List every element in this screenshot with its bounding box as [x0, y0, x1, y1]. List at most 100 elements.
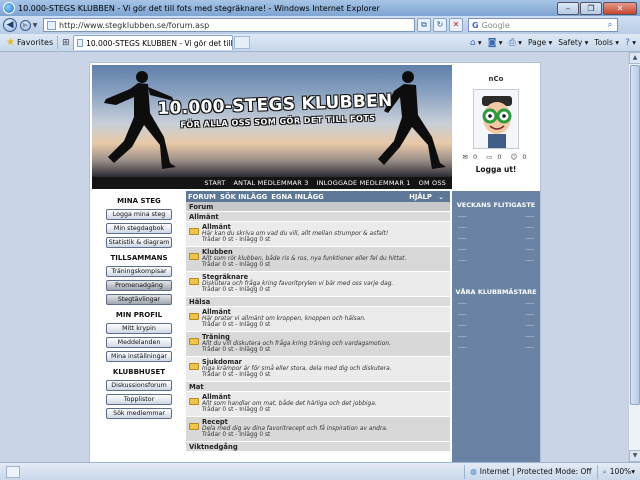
- home-button[interactable]: ⌂ ▾: [470, 38, 482, 48]
- ranking-row: ---- ----: [452, 246, 540, 257]
- folder-icon: [189, 313, 199, 320]
- back-button[interactable]: ◀: [3, 18, 17, 32]
- tab-own-posts[interactable]: EGNA INLÄGG: [271, 193, 324, 201]
- ranking-name: ----: [458, 311, 467, 318]
- safety-menu[interactable]: Safety ▾: [558, 38, 588, 47]
- forum-row[interactable]: Stegräknare Diskutera och fråga kring fav…: [186, 272, 450, 297]
- forum-row[interactable]: Allmänt Här pratar vi allmänt om kroppen,…: [186, 307, 450, 332]
- search-input[interactable]: G Google ⌕: [468, 18, 618, 32]
- statistics-button[interactable]: Statistik & diagram: [106, 237, 172, 248]
- maximize-button[interactable]: ❐: [580, 1, 602, 15]
- tab-page-icon: [76, 39, 84, 47]
- address-input[interactable]: http://www.stegklubben.se/forum.asp: [43, 18, 415, 32]
- forum-title[interactable]: Sjukdomar: [202, 358, 450, 366]
- mail-count: 0: [473, 153, 478, 161]
- forum-title[interactable]: Recept: [202, 418, 450, 426]
- forum-row[interactable]: Allmänt Här kan du skriva om vad du vill,…: [186, 222, 450, 247]
- forum-row-text: Allmänt Allt som handlar om mat, både det…: [202, 392, 450, 416]
- my-settings-button[interactable]: Mina inställningar: [106, 351, 172, 362]
- scroll-thumb[interactable]: [630, 65, 640, 405]
- help-link[interactable]: HJÄLP ⌄: [409, 193, 448, 201]
- history-dropdown-icon[interactable]: ▼: [31, 22, 39, 29]
- help-menu[interactable]: ? ▾: [625, 38, 636, 48]
- forum-row[interactable]: Träning Allt du vill diskutera och fråga …: [186, 332, 450, 357]
- ranking-name: ----: [458, 333, 467, 340]
- print-button[interactable]: ⎙ ▾: [509, 38, 522, 48]
- step-contests-button[interactable]: Stegtävlingar: [106, 294, 172, 305]
- forum-row[interactable]: Recept Dela med dig av dina favoritrecept…: [186, 417, 450, 442]
- training-buddies-button[interactable]: Träningskompisar: [106, 266, 172, 277]
- forum-stats: Trådar 0 st - Inlägg 0 st: [202, 262, 271, 268]
- tab-title: 10.000-STEGS KLUBBEN - Vi gör det till f…: [86, 38, 232, 48]
- window-titlebar: 10.000-STEGS KLUBBEN - Vi gör det till f…: [0, 0, 640, 16]
- refresh-button[interactable]: ↻: [433, 18, 447, 32]
- mail-counter[interactable]: ✉ 0: [463, 153, 481, 161]
- forum-stats: Trådar 0 st - Inlägg 0 st: [202, 407, 271, 413]
- quick-tabs-icon[interactable]: ⊞: [62, 38, 70, 48]
- forum-tabs: FORUM SÖK INLÄGG EGNA INLÄGG HJÄLP ⌄: [186, 191, 450, 202]
- forum-row-text: Träning Allt du vill diskutera och fråga …: [202, 332, 450, 356]
- scroll-up-icon[interactable]: ▲: [629, 52, 640, 64]
- ranking-row: ---- ----: [452, 300, 540, 311]
- ranking-value: ----: [525, 235, 534, 242]
- browser-tab[interactable]: 10.000-STEGS KLUBBEN - Vi gör det till f…: [72, 35, 233, 50]
- vertical-scrollbar[interactable]: ▲ ▼: [628, 52, 640, 462]
- rss-icon: ◙: [487, 37, 497, 48]
- forum-title[interactable]: Klubben: [202, 248, 450, 256]
- address-toolbar: ◀ ▶ ▼ http://www.stegklubben.se/forum.as…: [0, 16, 640, 34]
- stop-button[interactable]: ✕: [449, 18, 463, 32]
- forum-row[interactable]: Allmänt Allt som handlar om mat, både det…: [186, 392, 450, 417]
- forum-title[interactable]: Allmänt: [202, 308, 450, 316]
- favorites-button[interactable]: ★ Favorites: [6, 37, 53, 48]
- forum-title[interactable]: Allmänt: [202, 393, 450, 401]
- zoom-label: 100%: [609, 467, 632, 476]
- zoom-control[interactable]: ⌕ 100% ▾: [596, 464, 640, 479]
- search-placeholder: Google: [481, 20, 510, 30]
- close-window-button[interactable]: ✕: [603, 1, 637, 15]
- window-title: 10.000-STEGS KLUBBEN - Vi gör det till f…: [18, 3, 380, 13]
- favorites-label: Favorites: [16, 38, 54, 47]
- friend-counter[interactable]: ☺ 0: [511, 153, 530, 161]
- tools-menu[interactable]: Tools ▾: [594, 38, 619, 47]
- message-counter[interactable]: ▭ 0: [486, 153, 504, 161]
- logout-link[interactable]: Logga ut!: [452, 165, 540, 174]
- page-menu[interactable]: Page ▾: [528, 38, 552, 47]
- forum-title[interactable]: Allmänt: [202, 223, 450, 231]
- avatar[interactable]: [473, 89, 519, 149]
- ranking-row: ---- ----: [452, 213, 540, 224]
- forum-title[interactable]: Träning: [202, 333, 450, 341]
- feeds-button[interactable]: ◙ ▾: [488, 38, 503, 48]
- stats-about-link[interactable]: OM OSS: [419, 179, 446, 187]
- search-go-icon[interactable]: ⌕: [603, 20, 617, 30]
- forum-title[interactable]: Stegräknare: [202, 273, 450, 281]
- tab-forum[interactable]: FORUM: [188, 193, 216, 201]
- discussion-forum-button[interactable]: Diskussionsforum: [106, 380, 172, 391]
- my-page-button[interactable]: Mitt krypin: [106, 323, 172, 334]
- forward-button[interactable]: ▶: [20, 19, 31, 31]
- compat-view-icon[interactable]: ⧉: [417, 18, 431, 32]
- stats-bar: START ANTAL MEDLEMMAR 3 INLOGGADE MEDLEM…: [92, 177, 452, 189]
- separator: [57, 36, 59, 49]
- forum-row[interactable]: Sjukdomar Inga krämpor är för små eller s…: [186, 357, 450, 382]
- step-diary-button[interactable]: Min stegdagbok: [106, 223, 172, 234]
- minimize-button[interactable]: –: [557, 1, 579, 15]
- weekly-top-title: VECKANS FLITIGASTE: [456, 201, 536, 209]
- new-tab-button[interactable]: [233, 36, 250, 49]
- messages-button[interactable]: Meddelanden: [106, 337, 172, 348]
- search-members-button[interactable]: Sök medlemmar: [106, 408, 172, 419]
- ranking-row: ---- ----: [452, 333, 540, 344]
- forum-stats: Trådar 0 st - Inlägg 0 st: [202, 237, 271, 243]
- stats-start-link[interactable]: START: [204, 179, 225, 187]
- forum-stats: Trådar 0 st - Inlägg 0 st: [202, 287, 271, 293]
- ranking-value: ----: [525, 213, 534, 220]
- forum-row[interactable]: Klubben Allt som rör klubben, både ris & …: [186, 247, 450, 272]
- help-icon: ?: [625, 37, 630, 48]
- log-steps-button[interactable]: Logga mina steg: [106, 209, 172, 220]
- scroll-down-icon[interactable]: ▼: [629, 450, 640, 462]
- ranking-value: ----: [525, 322, 534, 329]
- page-viewport: 10.000-STEGS KLUBBEN FÖR ALLA OSS SOM GÖ…: [0, 52, 628, 462]
- security-zone[interactable]: ◍ Internet | Protected Mode: Off: [464, 464, 596, 479]
- tab-search-posts[interactable]: SÖK INLÄGG: [220, 193, 267, 201]
- toplists-button[interactable]: Topplistor: [106, 394, 172, 405]
- walking-group-button[interactable]: Promenadgäng: [106, 280, 172, 291]
